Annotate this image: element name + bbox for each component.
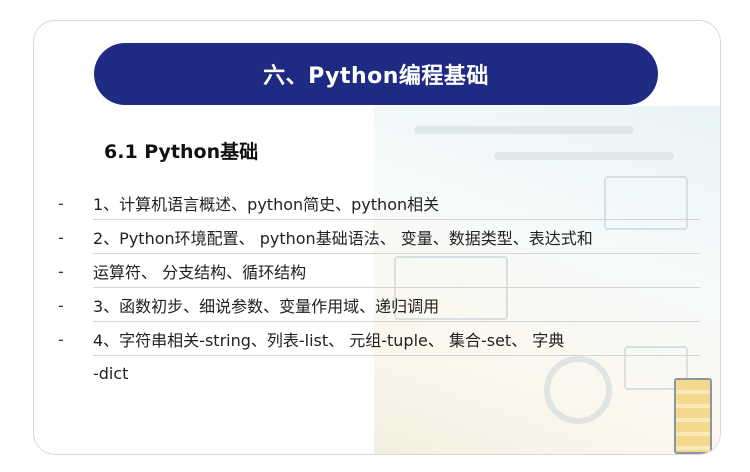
list-marker: - <box>58 295 64 315</box>
list-item: - 运算符、 分支结构、循环结构 <box>34 254 720 288</box>
topic-list: - 1、计算机语言概述、python简史、python相关 - 2、Python… <box>34 186 720 390</box>
list-item: -dict <box>34 356 720 390</box>
list-marker: - <box>58 193 64 213</box>
list-marker: - <box>58 261 64 281</box>
list-item-text: 4、字符串相关-string、列表-list、 元组-tuple、 集合-set… <box>93 331 565 350</box>
list-item: - 3、函数初步、细说参数、变量作用域、递归调用 <box>34 288 720 322</box>
list-marker: - <box>58 227 64 247</box>
list-item-text: 运算符、 分支结构、循环结构 <box>93 263 307 282</box>
title-banner: 六、Python编程基础 <box>94 43 658 105</box>
list-item: - 1、计算机语言概述、python简史、python相关 <box>34 186 720 220</box>
list-item: - 4、字符串相关-string、列表-list、 元组-tuple、 集合-s… <box>34 322 720 356</box>
list-item-text: 3、函数初步、细说参数、变量作用域、递归调用 <box>93 297 440 316</box>
list-item-text: 2、Python环境配置、 python基础语法、 变量、数据类型、表达式和 <box>93 229 593 248</box>
section-heading: 6.1 Python基础 <box>104 141 259 163</box>
list-item-text: 1、计算机语言概述、python简史、python相关 <box>93 195 440 214</box>
slide-card: 六、Python编程基础 6.1 Python基础 - 1、计算机语言概述、py… <box>33 20 721 455</box>
list-item: - 2、Python环境配置、 python基础语法、 变量、数据类型、表达式和 <box>34 220 720 254</box>
slide-title: 六、Python编程基础 <box>263 64 489 89</box>
list-item-text: -dict <box>93 363 129 383</box>
list-marker: - <box>58 329 64 349</box>
